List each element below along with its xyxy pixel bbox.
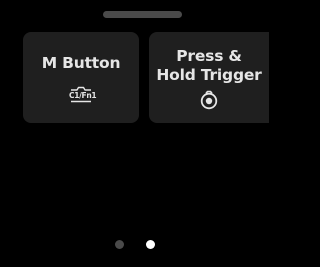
watch-screen: M Button C1/Fn1 Press & Hold Trigger xyxy=(0,0,269,267)
c1-fn1-icon: C1/Fn1 xyxy=(69,83,97,105)
press-hold-trigger-label: Press & Hold Trigger xyxy=(156,46,262,84)
camera-trigger-icon xyxy=(199,89,219,111)
m-button-label: M Button xyxy=(41,54,121,72)
page-dot-1[interactable] xyxy=(114,240,124,249)
m-button-tile[interactable]: M Button C1/Fn1 xyxy=(23,32,139,123)
press-hold-trigger-tile[interactable]: Press & Hold Trigger xyxy=(149,32,269,123)
page-dot-2-active[interactable] xyxy=(145,240,155,249)
drag-handle[interactable] xyxy=(103,11,182,18)
page-indicator xyxy=(0,240,269,249)
c1-fn1-icon-text: C1/Fn1 xyxy=(69,91,97,100)
